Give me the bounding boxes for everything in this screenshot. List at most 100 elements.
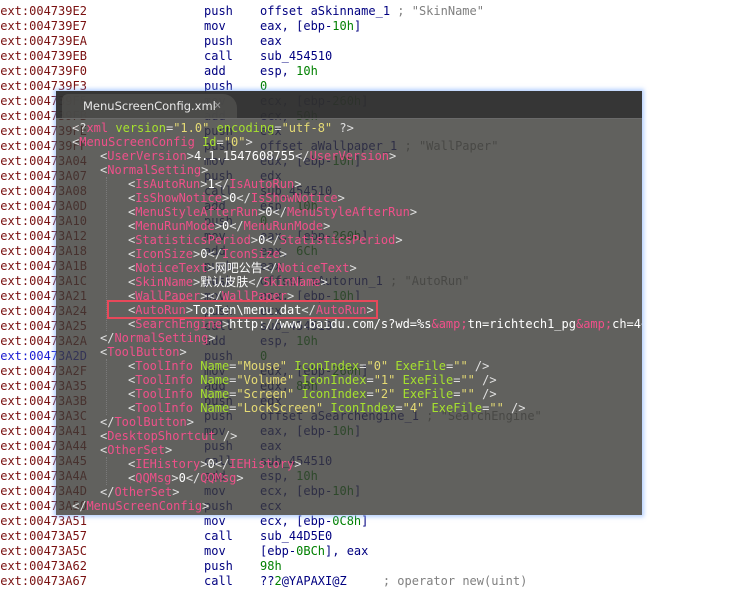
row-operands: ecx, [ebp-0C8h]: [260, 514, 369, 528]
xml-line: <ToolButton>: [100, 345, 187, 359]
xml-attribute: IconIndex: [294, 359, 360, 373]
xml-line: <NormalSetting>: [100, 163, 208, 177]
xml-bracket: >: [200, 177, 208, 191]
xml-tag-name: IEHistory: [135, 457, 201, 471]
xml-bracket: [395, 373, 402, 387]
popup-title-bar: MenuScreenConfig.xml ×: [56, 91, 642, 119]
xml-attribute: Name: [200, 359, 230, 373]
row-address[interactable]: text:004739E7: [0, 19, 87, 34]
xml-tag-name: QQMsg: [200, 471, 237, 485]
xml-bracket: </: [100, 331, 115, 345]
xml-bracket: >: [172, 485, 180, 499]
xml-bracket: =: [216, 135, 224, 149]
row-address[interactable]: text:004739EA: [0, 34, 87, 49]
indent-guide: [106, 359, 107, 415]
row-mnemonic: call: [204, 574, 233, 588]
xml-bracket: >: [208, 331, 216, 345]
listing-row[interactable]: text:004739E2 push offset aSkinname_1 ; "S…: [0, 4, 742, 19]
row-address[interactable]: text:00473A5C: [0, 544, 87, 559]
xml-bracket: >: [489, 387, 497, 401]
tab-menuscreenconfig-xml[interactable]: MenuScreenConfig.xml ×: [62, 94, 237, 118]
operand-number: 2: [274, 574, 282, 588]
xml-tag-name: MenuScreenConfig: [86, 499, 203, 513]
highlight-box-autorun: [107, 300, 378, 319]
row-address[interactable]: text:004739E2: [0, 4, 87, 19]
operand-number: 0BCh: [296, 544, 326, 558]
listing-row[interactable]: text:004739EB call sub_454510: [0, 49, 742, 64]
operand-number: 0C8h: [332, 514, 362, 528]
listing-row[interactable]: text:004739F0 add esp, 10h: [0, 64, 742, 79]
xml-tag-name: StatisticsPeriod: [279, 233, 396, 247]
xml-attribute: IconIndex: [301, 387, 367, 401]
xml-bracket: [424, 401, 431, 415]
xml-tag-name: OtherSet: [107, 443, 166, 457]
xml-bracket: </: [229, 219, 244, 233]
row-address[interactable]: text:00473A51: [0, 514, 87, 529]
close-icon[interactable]: ×: [214, 98, 221, 112]
xml-tag-name: MenuStyleAfterRun: [135, 205, 259, 219]
xml-tag-name: UserVersion: [107, 149, 187, 163]
xml-tag-name: IsAutoRun: [229, 177, 295, 191]
row-operands: 98h: [260, 559, 282, 574]
row-operands: sub_454510: [260, 49, 333, 63]
row-mnemonic: push: [204, 4, 233, 18]
listing-row[interactable]: text:00473A67 call ??2@YAPAXI@Z ; operator…: [0, 574, 742, 589]
xml-bracket: >: [294, 457, 302, 471]
xml-bracket: </: [207, 247, 222, 261]
listing-row[interactable]: text:00473A57 call sub_44D5E0: [0, 529, 742, 544]
row-address[interactable]: text:004739EB: [0, 49, 87, 64]
xml-bracket: =: [395, 401, 403, 415]
listing-row[interactable]: text:00473A51 mov ecx, [ebp-0C8h]: [0, 514, 742, 529]
xml-tag-name: StatisticsPeriod: [135, 233, 251, 247]
xml-tag-name: ToolButton: [107, 345, 180, 359]
xml-line: </ToolButton>: [100, 415, 194, 429]
xml-bracket: >: [202, 499, 210, 513]
xml-bracket: >: [395, 233, 403, 247]
xml-bracket: [216, 429, 223, 443]
xml-line: <ToolInfo Name="LockScreen" IconIndex="4…: [128, 401, 526, 415]
row-comment: ; operator new(uint): [346, 574, 528, 588]
xml-tag-name: SkinName: [262, 275, 321, 289]
xml-line: <SkinName>默认皮肤</SkinName>: [128, 275, 328, 289]
xml-bracket: >: [489, 373, 497, 387]
listing-row[interactable]: text:00473A62 push 98h: [0, 559, 742, 574]
row-comment: ; "SkinName": [390, 4, 484, 18]
xml-tag-name: IsShowNotice: [250, 191, 338, 205]
xml-bracket: </: [248, 275, 263, 289]
xml-preview-popup: MenuScreenConfig.xml × <?xml version = "1.…: [56, 91, 642, 515]
xml-line: <UserVersion>4.1.1547608755</UserVersion…: [100, 149, 396, 163]
row-address[interactable]: text:00473A67: [0, 574, 87, 589]
listing-row[interactable]: text:004739E7 mov eax, [ebp-10h]: [0, 19, 742, 34]
listing-row[interactable]: text:004739EA push eax: [0, 34, 742, 49]
xml-bracket: >: [346, 121, 354, 135]
row-address[interactable]: text:004739F0: [0, 64, 87, 79]
xml-text: 网吧公告: [214, 261, 263, 275]
xml-bracket: /: [222, 429, 231, 443]
xml-tag-name: NoticeText: [135, 261, 208, 275]
xml-text: 0: [178, 471, 186, 485]
xml-line: <StatisticsPeriod>0</StatisticsPeriod>: [128, 233, 403, 247]
xml-bracket: >: [294, 177, 302, 191]
xml-bracket: >: [323, 219, 331, 233]
xml-bracket: </: [262, 261, 278, 275]
xml-tag-name: IconSize: [221, 247, 280, 261]
listing-row[interactable]: text:00473A5C mov [ebp-0BCh], eax: [0, 544, 742, 559]
row-address[interactable]: text:00473A62: [0, 559, 87, 574]
xml-bracket: >: [337, 191, 345, 205]
xml-line: <ToolInfo Name="Screen" IconIndex="2" Ex…: [128, 387, 497, 401]
xml-bracket: [504, 401, 511, 415]
xml-bracket: [195, 135, 202, 149]
xml-attribute: Id: [202, 135, 217, 149]
xml-bracket: >: [279, 247, 287, 261]
xml-attribute-value: "Mouse": [236, 359, 287, 373]
xml-bracket: >: [214, 219, 222, 233]
xml-tag-name: SkinName: [135, 275, 194, 289]
xml-tag-name: NormalSetting: [107, 163, 202, 177]
tab-title: MenuScreenConfig.xml: [83, 99, 216, 113]
xml-tag-name: MenuScreenConfig: [79, 135, 195, 149]
row-operands: ??2@YAPAXI@Z ; operator new(uint): [260, 574, 528, 588]
xml-text: 0: [207, 457, 215, 471]
row-address[interactable]: text:00473A57: [0, 529, 87, 544]
xml-line: <IsAutoRun>1</IsAutoRun>: [128, 177, 301, 191]
xml-bracket: >: [236, 471, 244, 485]
